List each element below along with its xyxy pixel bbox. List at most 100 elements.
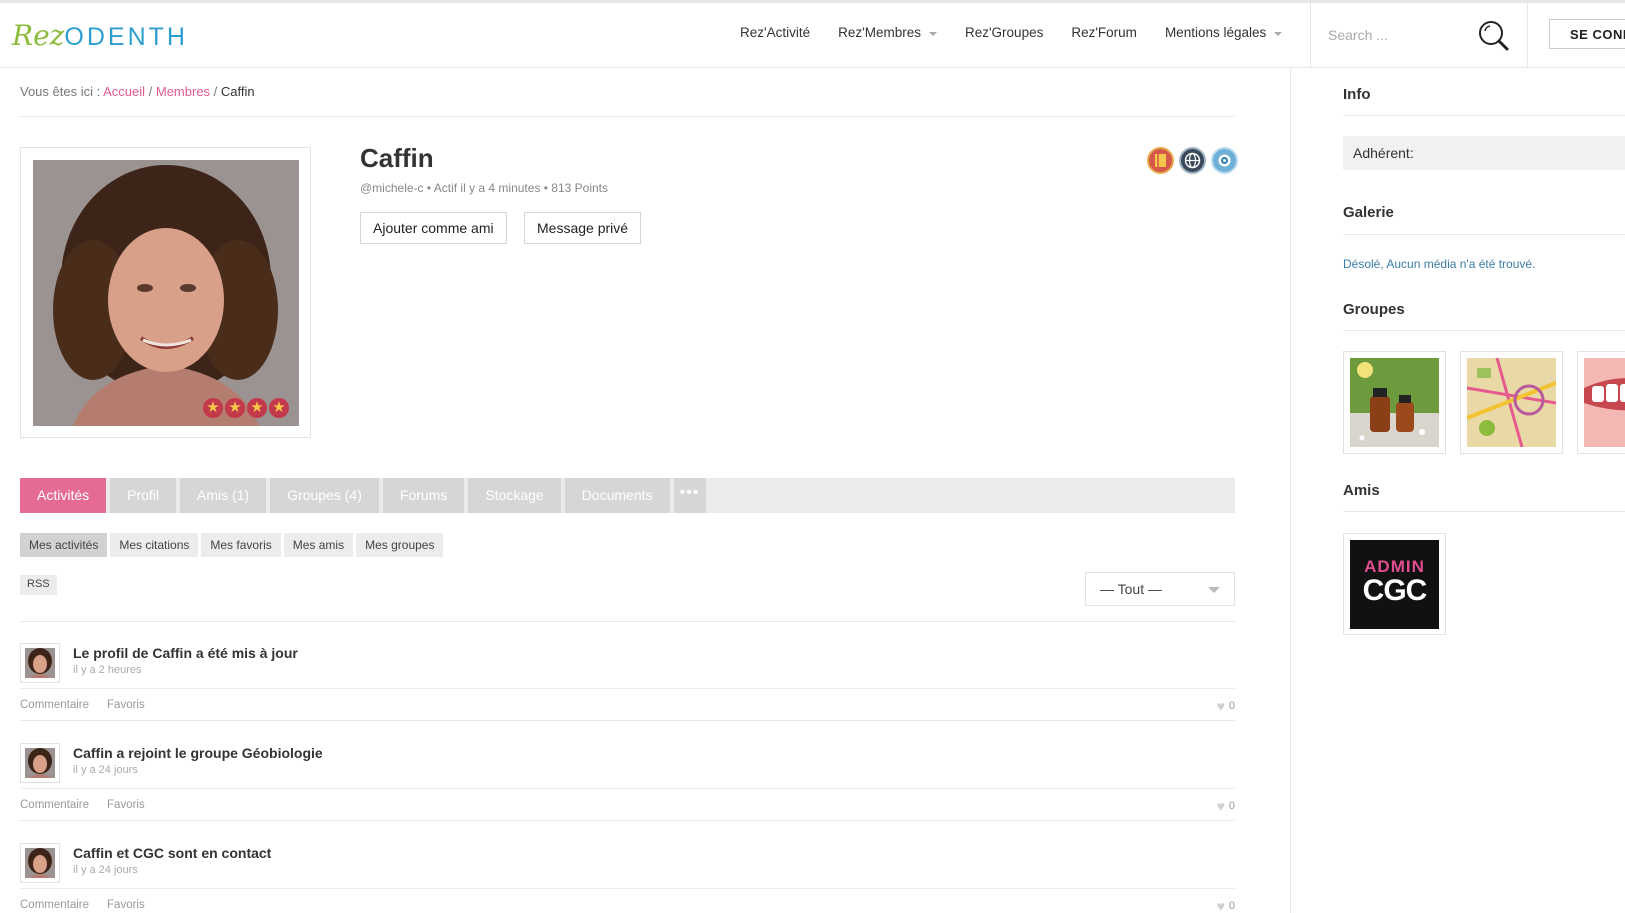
sidebar-friends-title: Amis: [1343, 482, 1380, 499]
nav-item-membres[interactable]: Rez'Membres: [838, 25, 937, 40]
private-message-button[interactable]: Message privé: [524, 212, 642, 244]
eye-badge-icon[interactable]: [1211, 147, 1238, 174]
heart-icon: ♥: [1216, 898, 1225, 913]
breadcrumb: Vous êtes ici : Accueil / Membres / Caff…: [20, 84, 255, 99]
tab-activites[interactable]: Activités: [20, 478, 107, 513]
info-adherent-field: Adhérent:: [1343, 136, 1625, 170]
profile-name: Caffin: [360, 143, 434, 173]
search-box: [1310, 3, 1528, 68]
main-nav: Rez'Activité Rez'Membres Rez'Groupes Rez…: [740, 25, 1310, 40]
sidebar-divider: [1290, 68, 1291, 913]
comment-link[interactable]: Commentaire: [20, 899, 89, 911]
star-icon: ★: [225, 398, 245, 418]
feed-divider: [20, 720, 1235, 721]
comment-link[interactable]: Commentaire: [20, 799, 89, 811]
subtab-mes-amis[interactable]: Mes amis: [283, 533, 354, 557]
gallery-empty-message: Désolé, Aucun média n'a été trouvé.: [1343, 257, 1536, 271]
favorite-link[interactable]: Favoris: [107, 699, 145, 711]
sidebar-divider-line: [1343, 330, 1625, 331]
search-input[interactable]: [1328, 23, 1458, 47]
sidebar-groups-title: Groupes: [1343, 301, 1405, 318]
profile-avatar[interactable]: ★ ★ ★ ★: [20, 147, 311, 438]
activity-divider: [20, 788, 1235, 789]
activity-time: il y a 24 jours: [73, 864, 138, 876]
rating-stars: ★ ★ ★ ★: [203, 398, 289, 418]
sidebar-info-title: Info: [1343, 86, 1371, 103]
sidebar-divider-line: [1343, 115, 1625, 116]
tab-profil[interactable]: Profil: [110, 478, 177, 513]
activity-time: il y a 2 heures: [73, 664, 142, 676]
breadcrumb-home-link[interactable]: Accueil: [103, 84, 145, 99]
group-image-geobiology: [1467, 358, 1556, 447]
heart-icon: ♥: [1216, 698, 1225, 714]
star-icon: ★: [269, 398, 289, 418]
subtab-mes-favoris[interactable]: Mes favoris: [201, 533, 281, 557]
activity-avatar[interactable]: [20, 643, 60, 683]
chevron-down-icon: [1274, 31, 1283, 36]
activity-filter-select[interactable]: — Tout —: [1085, 572, 1235, 606]
activity-title[interactable]: Le profil de Caffin a été mis à jour: [73, 645, 298, 661]
like-counter[interactable]: ♥ 0: [1217, 698, 1235, 714]
globe-badge-icon[interactable]: [1179, 147, 1206, 174]
activity-avatar[interactable]: [20, 843, 60, 883]
tab-groupes[interactable]: Groupes (4): [270, 478, 379, 513]
avatar-portrait-illustration: [33, 160, 299, 426]
tab-documents[interactable]: Documents: [564, 478, 670, 513]
group-image-teeth: [1584, 358, 1625, 447]
star-icon: ★: [247, 398, 267, 418]
nav-item-forum[interactable]: Rez'Forum: [1071, 25, 1137, 40]
breadcrumb-current: Caffin: [220, 84, 255, 99]
friend-logo-admin-cgc: ADMIN CGC: [1350, 540, 1439, 629]
nav-item-mentions-legales[interactable]: Mentions légales: [1165, 25, 1283, 40]
activity-divider: [20, 688, 1235, 689]
nav-item-groupes[interactable]: Rez'Groupes: [965, 25, 1043, 40]
search-icon[interactable]: [1477, 19, 1511, 53]
more-tabs-button[interactable]: •••: [673, 478, 706, 513]
like-counter[interactable]: ♥ 0: [1217, 898, 1235, 913]
profile-tabs: Activités Profil Amis (1) Groupes (4) Fo…: [20, 478, 706, 513]
feed-divider: [20, 621, 1235, 622]
favorite-link[interactable]: Favoris: [107, 899, 145, 911]
sidebar-divider-line: [1343, 511, 1625, 512]
friend-thumbnail[interactable]: ADMIN CGC: [1343, 533, 1446, 635]
chevron-down-icon: [928, 31, 937, 36]
feed-divider: [20, 820, 1235, 821]
activity-actions: Commentaire Favoris: [20, 699, 163, 711]
subtab-mes-activites[interactable]: Mes activités: [20, 533, 108, 557]
profile-meta: @michele-c • Actif il y a 4 minutes • 81…: [360, 181, 609, 195]
group-thumbnail[interactable]: [1460, 351, 1563, 454]
subtab-mes-citations[interactable]: Mes citations: [110, 533, 199, 557]
book-badge-icon[interactable]: [1147, 147, 1174, 174]
tab-stockage[interactable]: Stockage: [468, 478, 561, 513]
comment-link[interactable]: Commentaire: [20, 699, 89, 711]
login-button[interactable]: SE CONNECTER: [1549, 19, 1625, 49]
nav-item-activite[interactable]: Rez'Activité: [740, 25, 810, 40]
activity-avatar[interactable]: [20, 743, 60, 783]
group-image-homeopathy: [1350, 358, 1439, 447]
sidebar-gallery-title: Galerie: [1343, 204, 1394, 221]
tab-forums[interactable]: Forums: [382, 478, 465, 513]
favorite-link[interactable]: Favoris: [107, 799, 145, 811]
breadcrumb-divider: [20, 116, 1235, 117]
tab-amis[interactable]: Amis (1): [180, 478, 267, 513]
rss-button[interactable]: RSS: [20, 575, 57, 595]
activity-subtabs: Mes activités Mes citations Mes favoris …: [20, 533, 444, 557]
like-counter[interactable]: ♥ 0: [1217, 798, 1235, 814]
breadcrumb-members-link[interactable]: Membres: [156, 84, 210, 99]
activity-actions: Commentaire Favoris: [20, 799, 163, 811]
activity-time: il y a 24 jours: [73, 764, 138, 776]
group-thumbnail[interactable]: [1343, 351, 1446, 454]
star-icon: ★: [203, 398, 223, 418]
sidebar-divider-line: [1343, 234, 1625, 235]
site-logo[interactable]: RezODENTH: [12, 19, 188, 52]
activity-title[interactable]: Caffin et CGC sont en contact: [73, 845, 271, 861]
add-friend-button[interactable]: Ajouter comme ami: [360, 212, 507, 244]
activity-title[interactable]: Caffin a rejoint le groupe Géobiologie: [73, 745, 323, 761]
activity-divider: [20, 888, 1235, 889]
subtab-mes-groupes[interactable]: Mes groupes: [356, 533, 444, 557]
avatar-photo: ★ ★ ★ ★: [33, 160, 299, 426]
profile-badges: [1147, 147, 1238, 174]
chevron-down-icon: [1208, 587, 1220, 593]
activity-actions: Commentaire Favoris: [20, 899, 163, 911]
group-thumbnail[interactable]: [1577, 351, 1625, 454]
